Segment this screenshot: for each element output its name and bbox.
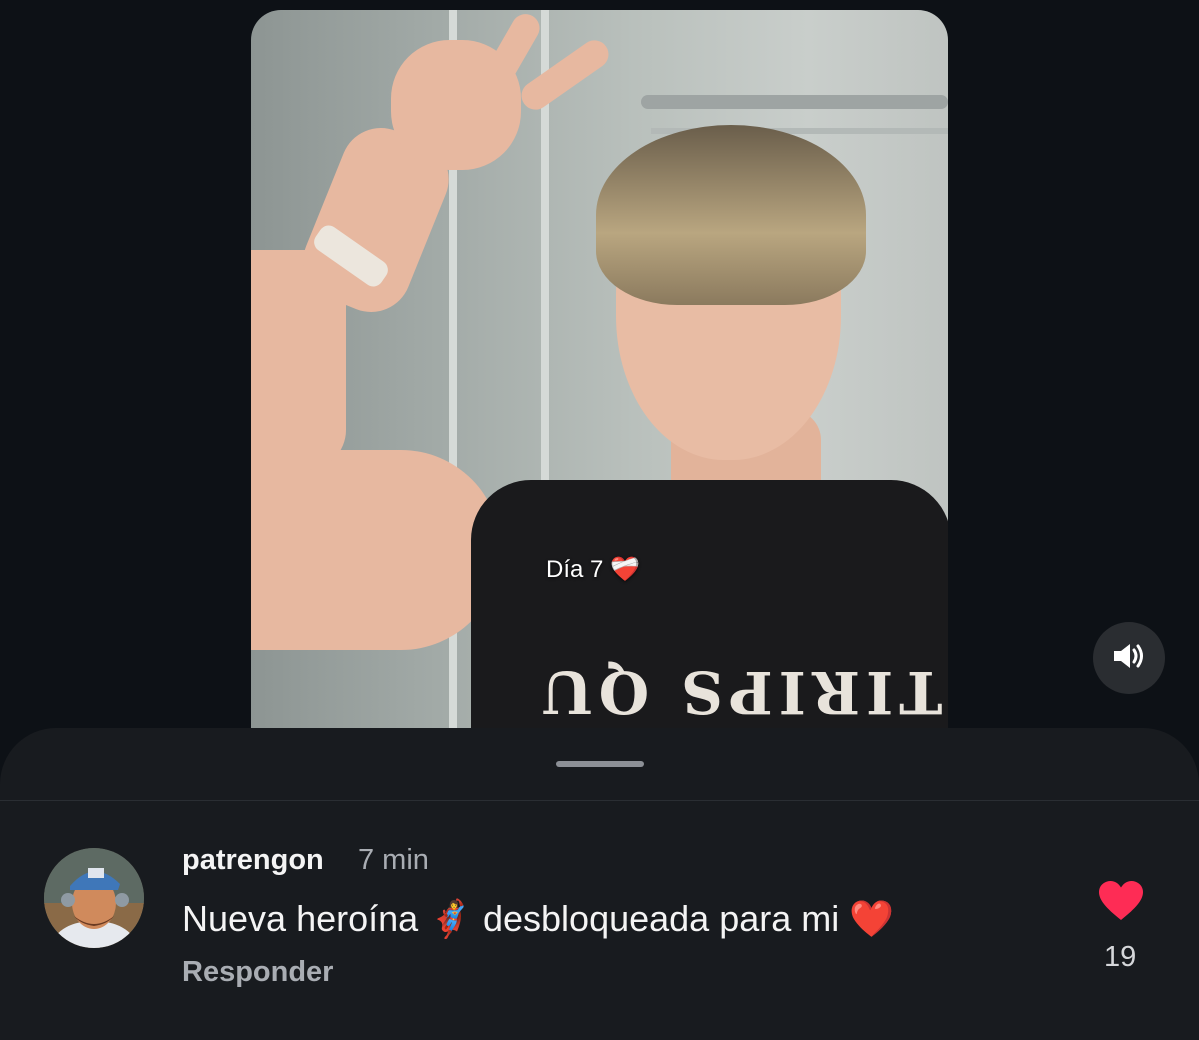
avatar[interactable] — [44, 848, 144, 948]
hair — [596, 125, 866, 305]
reply-button[interactable]: Responder — [182, 956, 333, 989]
like-button[interactable] — [1098, 880, 1144, 922]
towel-rail — [641, 95, 948, 109]
comments-sheet: patrengon 7 min Nueva heroína 🦸‍♀️ desbl… — [0, 728, 1199, 1040]
heart-icon — [1098, 881, 1144, 926]
video-caption: Día 7 ❤️‍🩹 — [546, 556, 640, 583]
comment-timestamp: 7 min — [358, 844, 429, 876]
video-player[interactable]: TIRIPS QU Día 7 ❤️‍🩹 — [251, 10, 948, 740]
like-count: 19 — [1104, 941, 1137, 973]
comment-text: Nueva heroína 🦸‍♀️ desbloqueada para mi … — [182, 898, 895, 939]
shirt-print: TIRIPS QU — [536, 658, 943, 726]
speaker-volume-icon — [1112, 641, 1146, 676]
comment-username[interactable]: patrengon — [182, 844, 324, 877]
divider — [0, 800, 1199, 801]
arm — [251, 450, 501, 650]
sound-toggle-button[interactable] — [1093, 622, 1165, 694]
sheet-drag-handle[interactable] — [556, 761, 644, 767]
